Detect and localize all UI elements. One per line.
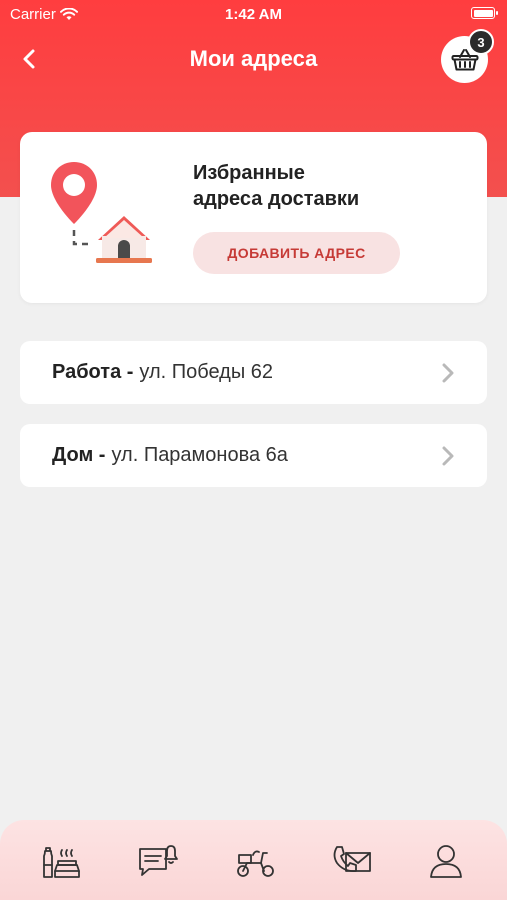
delivery-scooter-icon	[237, 850, 274, 877]
favorites-title-line1: Избранные	[193, 162, 305, 184]
cart-count-badge: 3	[468, 29, 494, 55]
address-item-work[interactable]: Работа - ул. Победы 62	[20, 341, 487, 404]
address-street: ул. Парамонова 6а	[111, 444, 288, 466]
address-name: Работа -	[52, 361, 134, 383]
add-address-button[interactable]: ДОБАВИТЬ АДРЕС	[193, 232, 400, 274]
chevron-right-icon	[442, 446, 454, 466]
address-street: ул. Победы 62	[139, 361, 274, 383]
status-time: 1:42 AM	[225, 6, 282, 23]
bottom-tab-bar	[0, 820, 507, 900]
favorites-title-line2: адреса доставки	[193, 188, 360, 210]
tab-contacts[interactable]	[326, 836, 376, 886]
favorites-title: Избранные адреса доставки	[193, 160, 473, 212]
menu-food-icon	[43, 847, 80, 878]
map-pin-house-icon	[51, 162, 152, 263]
profile-icon	[430, 845, 462, 878]
tab-menu[interactable]	[36, 836, 86, 886]
tab-delivery[interactable]	[230, 836, 280, 886]
page-title: Мои адреса	[189, 46, 318, 71]
battery-icon	[471, 7, 498, 19]
phone-mail-icon	[333, 846, 371, 872]
address-name: Дом -	[52, 444, 106, 466]
status-bar: Carrier 1:42 AM	[0, 0, 507, 28]
tab-profile[interactable]	[421, 836, 471, 886]
tab-messages[interactable]	[133, 836, 183, 886]
favorite-addresses-card: Избранные адреса доставки ДОБАВИТЬ АДРЕС	[20, 132, 487, 303]
address-item-home[interactable]: Дом - ул. Парамонова 6а	[20, 424, 487, 487]
chat-notification-icon	[139, 845, 178, 876]
chevron-right-icon	[442, 363, 454, 383]
